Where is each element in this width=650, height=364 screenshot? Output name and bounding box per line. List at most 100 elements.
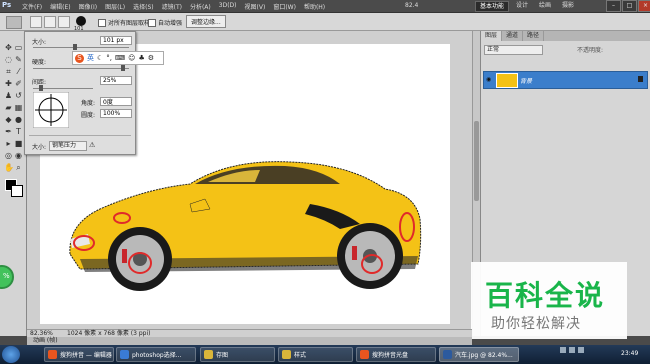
refine-edge-button[interactable]: 调整边缘...: [186, 15, 226, 28]
sample-all-layers-checkbox[interactable]: [98, 18, 106, 27]
settings-icon[interactable]: ⚙: [148, 54, 154, 62]
keyboard-icon[interactable]: ⌨: [115, 54, 125, 62]
size-slider-knob[interactable]: [73, 44, 77, 50]
angle-input[interactable]: [100, 97, 132, 106]
workspace-photography[interactable]: 摄影: [558, 1, 578, 10]
menu-select[interactable]: 选择(S): [133, 2, 154, 11]
layer-row-background[interactable]: ◉ 背景: [483, 71, 648, 89]
workspace-design[interactable]: 设计: [512, 1, 532, 10]
tools-panel: ✥ ▭ ◌ ✎ ⌗ ⁄ ✚ ✐ ♟ ↺ ▰ ▦ ◆ ● ✒ T ▸ ■ ◎ ◉ …: [0, 31, 27, 336]
brush-preview-icon[interactable]: [76, 16, 86, 26]
subtract-selection-icon[interactable]: [58, 16, 70, 28]
hardness-slider-knob[interactable]: [121, 65, 125, 71]
quick-selection-tool-icon[interactable]: [6, 16, 22, 29]
path-select-tool-icon[interactable]: ▸: [4, 139, 13, 148]
menu-analysis[interactable]: 分析(A): [190, 2, 211, 11]
animation-label[interactable]: 动画 (帧): [33, 337, 58, 345]
scroll-thumb[interactable]: [474, 121, 479, 201]
spacing-input[interactable]: [100, 76, 132, 85]
size-input[interactable]: [100, 36, 132, 45]
window-controls: – □ ×: [606, 0, 650, 12]
auto-enhance-option[interactable]: 自动增强: [148, 18, 182, 27]
menu-help[interactable]: 帮助(H): [304, 2, 325, 11]
menu-image[interactable]: 图像(I): [79, 2, 97, 11]
clock[interactable]: 23:49: [621, 350, 638, 357]
task-label: 汽车.jpg @ 82.4%...: [455, 352, 513, 359]
new-selection-icon[interactable]: [30, 16, 42, 28]
marquee-tool-icon[interactable]: ▭: [14, 43, 23, 52]
menu-view[interactable]: 视图(V): [245, 2, 266, 11]
eraser-tool-icon[interactable]: ▰: [4, 103, 13, 112]
app-icon: [120, 350, 129, 359]
task-sogou-editor[interactable]: 搜狗拼音 — 编辑器: [44, 347, 114, 362]
moon-icon[interactable]: ☾: [97, 54, 103, 62]
visibility-eye-icon[interactable]: ◉: [486, 76, 492, 83]
tab-layers[interactable]: 图层: [481, 31, 503, 41]
blur-tool-icon[interactable]: ◆: [4, 115, 13, 124]
size-slider[interactable]: [33, 47, 129, 48]
system-tray: [560, 347, 584, 353]
network-icon[interactable]: [560, 347, 566, 353]
punctuation-icon[interactable]: °,: [106, 54, 112, 62]
stamp-tool-icon[interactable]: ♟: [4, 91, 13, 100]
history-brush-tool-icon[interactable]: ↺: [14, 91, 23, 100]
type-tool-icon[interactable]: T: [14, 127, 23, 136]
add-selection-icon[interactable]: [44, 16, 56, 28]
skin-icon[interactable]: ♣: [138, 54, 144, 62]
tab-channels[interactable]: 通道: [502, 31, 524, 41]
menu-file[interactable]: 文件(F): [22, 2, 42, 11]
shape-tool-icon[interactable]: ■: [14, 139, 23, 148]
start-button[interactable]: [2, 346, 20, 363]
blend-mode-select[interactable]: 正常: [484, 45, 543, 55]
task-style[interactable]: 样式: [278, 347, 353, 362]
pen-tool-icon[interactable]: ✒: [4, 127, 13, 136]
menu-filter[interactable]: 滤镜(T): [162, 2, 182, 11]
app-icon: [282, 350, 291, 359]
3d-rotate-tool-icon[interactable]: ◎: [4, 151, 13, 160]
hand-tool-icon[interactable]: ✋: [4, 163, 14, 172]
menu-edit[interactable]: 编辑(E): [50, 2, 70, 11]
task-photoshop-select[interactable]: photoshop选择...: [116, 347, 196, 362]
ime-tray-icon[interactable]: [578, 347, 584, 353]
task-car-jpg[interactable]: 汽车.jpg @ 82.4%...: [439, 347, 519, 362]
auto-enhance-checkbox[interactable]: [148, 18, 156, 27]
healing-tool-icon[interactable]: ✚: [4, 79, 13, 88]
ime-toolbar[interactable]: S 英 ☾ °, ⌨ ☺ ♣ ⚙: [72, 51, 164, 65]
3d-orbit-tool-icon[interactable]: ◉: [14, 151, 23, 160]
watermark: 百科全说 助你轻松解决: [471, 262, 627, 339]
crop-tool-icon[interactable]: ⌗: [4, 67, 13, 76]
volume-icon[interactable]: [569, 347, 575, 353]
lasso-tool-icon[interactable]: ◌: [4, 55, 13, 64]
hardness-slider[interactable]: [33, 68, 129, 69]
quick-select-tool-icon[interactable]: ✎: [14, 55, 23, 64]
sample-all-layers-option[interactable]: 对所有图层取样: [98, 18, 150, 27]
angle-roundness-preview-icon[interactable]: [33, 92, 69, 128]
opacity-label: 不透明度:: [577, 47, 604, 54]
brush-tool-icon[interactable]: ✐: [14, 79, 23, 88]
background-color-swatch[interactable]: [11, 185, 23, 197]
zoom-readout[interactable]: 82.4: [405, 2, 418, 9]
close-icon[interactable]: ×: [638, 0, 650, 12]
user-icon[interactable]: ☺: [128, 54, 135, 62]
roundness-input[interactable]: [100, 109, 132, 118]
workspace-essentials[interactable]: 基本功能: [475, 1, 510, 12]
ime-mode-label[interactable]: 英: [87, 53, 94, 63]
size-control-select[interactable]: 钢笔压力: [49, 141, 87, 151]
eyedropper-tool-icon[interactable]: ⁄: [14, 67, 23, 76]
photoshop-logo: Ps: [2, 1, 12, 9]
minimize-icon[interactable]: –: [606, 0, 621, 12]
options-bar: 101 对所有图层取样 自动增强 调整边缘...: [0, 13, 650, 32]
task-save[interactable]: 存图: [200, 347, 275, 362]
menu-window[interactable]: 窗口(W): [273, 2, 296, 11]
maximize-icon[interactable]: □: [622, 0, 637, 12]
workspace-painting[interactable]: 绘画: [535, 1, 555, 10]
zoom-tool-icon[interactable]: ⌕: [14, 163, 23, 172]
menu-3d[interactable]: 3D(D): [219, 2, 237, 11]
tab-paths[interactable]: 路径: [523, 31, 545, 41]
menu-layer[interactable]: 图层(L): [105, 2, 125, 11]
task-sogou-disc[interactable]: 搜狗拼音光盘: [356, 347, 436, 362]
move-tool-icon[interactable]: ✥: [4, 43, 13, 52]
dodge-tool-icon[interactable]: ●: [14, 115, 23, 124]
spacing-slider-knob[interactable]: [39, 85, 43, 91]
gradient-tool-icon[interactable]: ▦: [14, 103, 23, 112]
